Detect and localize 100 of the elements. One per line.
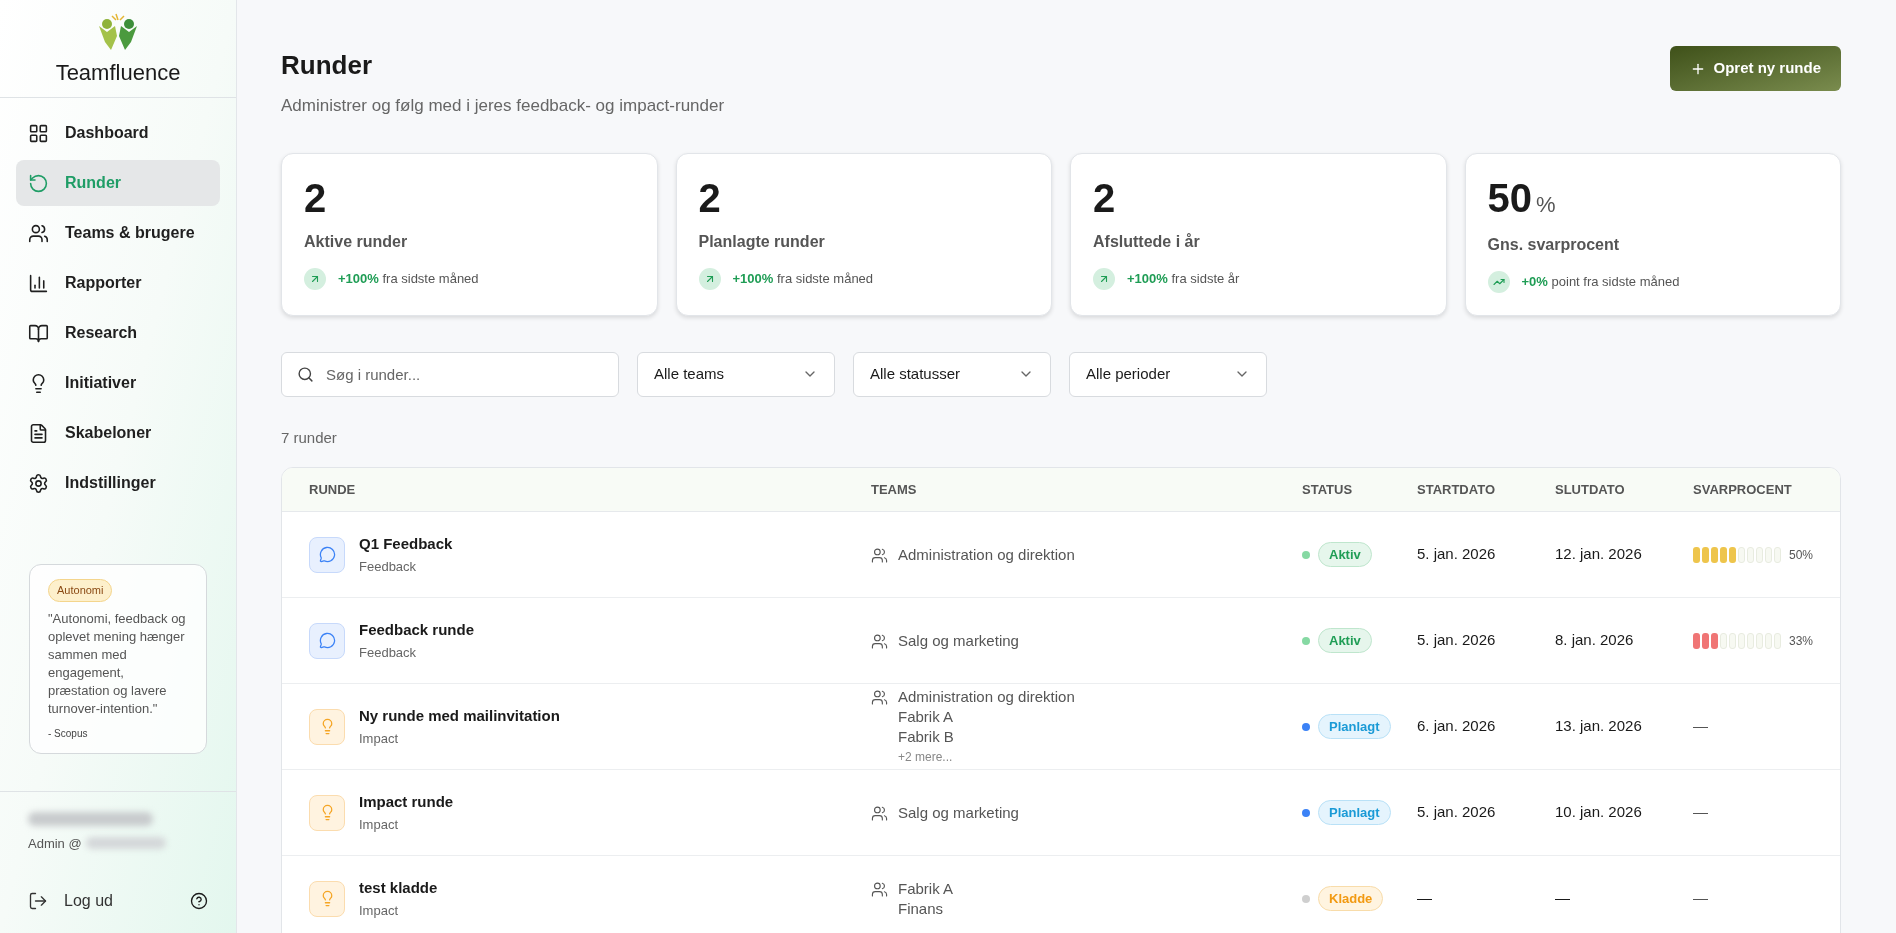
filter-dropdown[interactable]: Alle perioder: [1069, 351, 1267, 397]
end-date: 12. jan. 2026: [1555, 544, 1643, 565]
nav-item[interactable]: Indstillinger: [16, 460, 220, 506]
chat-bubble-icon: [309, 536, 345, 573]
column-header: TEAMS: [871, 480, 918, 499]
empty-value: —: [1693, 802, 1708, 823]
round-name[interactable]: Ny runde med mailinvitation: [359, 704, 560, 727]
round-type: Feedback: [359, 558, 418, 576]
team-name: Administration og direktion: [898, 544, 1075, 565]
stat-note: fra sidste år: [1171, 270, 1240, 286]
nav-item[interactable]: Teams & brugere: [16, 210, 220, 256]
logout-button[interactable]: Log ud: [28, 889, 113, 913]
users-icon: [871, 546, 888, 564]
stat-note: fra sidste måned: [382, 270, 479, 286]
brand-name: Teamfluence: [55, 59, 181, 87]
users-icon: [871, 632, 888, 650]
nav-item[interactable]: Dashboard: [16, 110, 220, 156]
status-badge: Kladde: [1318, 885, 1384, 912]
quote-text: "Autonomi, feedback og oplevet mening hænger sammen med engagement, præstation og lavere turnover-intention.": [48, 609, 187, 718]
team-name: Fabrik B: [898, 726, 955, 747]
stat-change: +0%: [1521, 273, 1548, 289]
arrow-up-right-icon: [698, 267, 721, 290]
start-date: 5. jan. 2026: [1417, 802, 1497, 823]
nav-item[interactable]: Research: [16, 310, 220, 356]
empty-value: —: [1693, 716, 1708, 737]
stat-value: 2: [1093, 177, 1116, 218]
quote-source: - Scopus: [48, 726, 89, 741]
round-type: Feedback: [359, 644, 418, 662]
stat-change: +100%: [338, 270, 379, 286]
round-type: Impact: [359, 902, 399, 920]
stat-unit: %: [1536, 190, 1556, 219]
create-button[interactable]: Opret ny runde: [1669, 46, 1842, 91]
round-name[interactable]: Q1 Feedback: [359, 532, 453, 555]
status-badge: Aktiv: [1318, 541, 1372, 568]
start-date: 6. jan. 2026: [1417, 716, 1497, 737]
stat-label: Planlagte runder: [698, 231, 826, 252]
logout-icon: [28, 891, 48, 911]
empty-value: —: [1693, 888, 1708, 909]
stat-change: +100%: [1127, 270, 1168, 286]
end-date: 13. jan. 2026: [1555, 716, 1643, 737]
round-name[interactable]: Feedback runde: [359, 618, 475, 641]
nav-item[interactable]: Skabeloner: [16, 410, 220, 456]
stat-value: 50: [1487, 177, 1532, 218]
search-icon: [297, 365, 314, 383]
stat-label: Afsluttede i år: [1093, 231, 1201, 252]
column-header: STATUS: [1302, 480, 1354, 499]
round-name[interactable]: Impact runde: [359, 790, 454, 813]
user-role: Admin @: [28, 834, 82, 853]
chat-bubble-icon: [309, 622, 345, 659]
users-icon: [871, 880, 888, 898]
nav-item[interactable]: Initiativer: [16, 360, 220, 406]
result-count: 7 runder: [281, 427, 338, 448]
bar-chart-icon: [28, 272, 49, 294]
page-subtitle: Administrer og følg med i jeres feedback- og impact-runder: [281, 95, 725, 117]
lightbulb-icon: [309, 708, 345, 745]
status-badge: Planlagt: [1318, 799, 1391, 826]
users-icon: [871, 804, 888, 822]
search-field[interactable]: Søg i runder...: [281, 351, 619, 397]
arrow-up-right-icon: [304, 267, 326, 290]
stat-change: +100%: [732, 270, 774, 286]
start-date: —: [1417, 888, 1433, 909]
team-name: Fabrik A: [898, 706, 955, 727]
column-header: SVARPROCENT: [1693, 480, 1793, 499]
column-header: STARTDATO: [1417, 480, 1496, 499]
response-percent: 33%: [1789, 632, 1814, 650]
round-type: Impact: [359, 730, 399, 748]
status-badge: Planlagt: [1318, 713, 1391, 740]
round-type: Impact: [359, 816, 399, 834]
status-badge: Aktiv: [1318, 627, 1372, 654]
book-icon: [28, 322, 49, 344]
trending-up-icon: [1487, 270, 1510, 293]
team-name: Salg og marketing: [898, 630, 1019, 651]
end-date: 10. jan. 2026: [1555, 802, 1643, 823]
stat-label: Aktive runder: [304, 231, 409, 252]
settings-icon: [28, 472, 49, 494]
end-date: —: [1555, 888, 1571, 909]
team-name: Salg og marketing: [898, 802, 1019, 823]
dashboard-icon: [28, 122, 49, 144]
response-percent: 50%: [1789, 546, 1814, 564]
more-teams[interactable]: +2 mere...: [898, 746, 1075, 767]
rotate-icon: [28, 172, 49, 194]
column-header: SLUTDATO: [1555, 480, 1626, 499]
nav-item[interactable]: Rapporter: [16, 260, 220, 306]
team-name: Finans: [898, 898, 945, 919]
arrow-up-right-icon: [1093, 267, 1115, 290]
document-icon: [28, 422, 49, 444]
team-name: Administration og direktion: [898, 686, 1075, 707]
filter-dropdown[interactable]: Alle statusser: [853, 351, 1051, 397]
stat-note: point fra sidste måned: [1551, 273, 1680, 289]
stat-label: Gns. svarprocent: [1487, 234, 1621, 255]
stat-value: 2: [698, 177, 721, 218]
users-icon: [28, 222, 49, 244]
round-name[interactable]: test kladde: [359, 876, 438, 899]
team-name: Fabrik A: [898, 878, 954, 899]
stat-note: fra sidste måned: [776, 270, 874, 286]
page-title: Runder: [281, 49, 373, 82]
help-icon[interactable]: [190, 892, 208, 910]
users-icon: [871, 688, 888, 706]
column-header: RUNDE: [309, 480, 357, 499]
filter-dropdown[interactable]: Alle teams: [637, 351, 835, 397]
